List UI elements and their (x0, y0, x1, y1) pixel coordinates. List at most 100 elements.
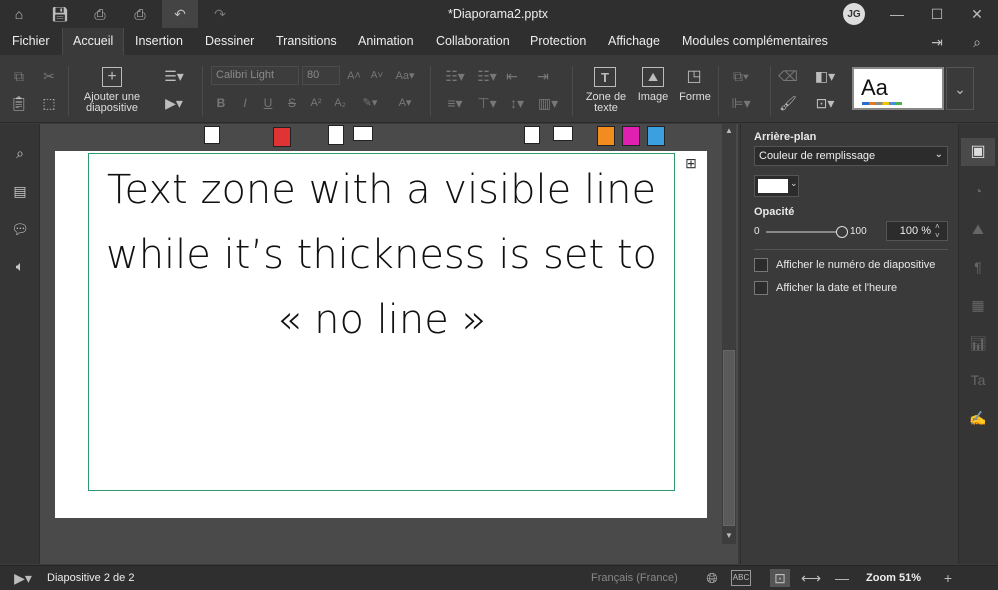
add-slide-icon[interactable]: + (102, 67, 122, 87)
scroll-thumb[interactable] (723, 350, 735, 526)
fit-slide-icon[interactable]: ⊡ (770, 569, 790, 587)
slide-number-label[interactable]: Afficher le numéro de diapositive (776, 259, 935, 271)
print-preview-icon[interactable]: ⎙ (131, 6, 149, 22)
slides-icon[interactable]: ▤ (10, 181, 30, 201)
home-icon[interactable]: ⌂ (10, 6, 28, 22)
clipart-shape[interactable] (353, 126, 373, 141)
shrink-font-icon[interactable]: A˅ (369, 68, 385, 84)
layout-icon[interactable]: ☰▾ (162, 68, 186, 84)
redo-icon[interactable]: ↷ (211, 6, 229, 22)
textbox-icon[interactable]: T (594, 67, 616, 87)
scroll-up-icon[interactable]: ▲ (724, 126, 734, 136)
shape-icon[interactable]: ◳ (683, 67, 705, 87)
date-time-checkbox[interactable] (754, 281, 768, 295)
clipart-shape[interactable] (553, 126, 573, 141)
close-icon[interactable]: ✕ (968, 6, 986, 22)
tab-collaboration[interactable]: Collaboration (436, 34, 510, 48)
tab-animation[interactable]: Animation (358, 34, 414, 48)
eraser-icon[interactable]: ⌫ (778, 68, 798, 84)
text-art-icon[interactable]: Ta (968, 371, 988, 389)
cut-icon[interactable]: ✂ (41, 68, 57, 84)
comment-icon[interactable]: 💬︎ (10, 219, 30, 239)
fill-color-picker[interactable]: ⌄ (754, 175, 799, 197)
table-icon[interactable]: ▦ (968, 296, 988, 314)
valign-icon[interactable]: ⊤▾ (474, 96, 500, 110)
bullets-icon[interactable]: ☷▾ (442, 68, 468, 84)
slide-properties-icon[interactable]: ▣ (961, 138, 995, 166)
clipart-shape[interactable] (597, 126, 615, 146)
align-icon[interactable]: ≡▾ (442, 96, 468, 110)
shape-format-icon[interactable]: ◔ (968, 182, 988, 200)
undo-icon[interactable]: ↶ (162, 0, 198, 28)
grow-font-icon[interactable]: A˄ (346, 68, 362, 84)
spellcheck-icon[interactable]: ABC (731, 570, 751, 586)
image-format-icon[interactable]: ⛰ (968, 220, 988, 238)
fit-width-icon[interactable]: ⟷ (801, 571, 821, 585)
zoom-out-icon[interactable]: — (834, 571, 850, 585)
print-icon[interactable]: ⎙ (91, 6, 109, 22)
save-icon[interactable]: 💾︎ (51, 6, 69, 22)
fill-type-select[interactable]: Couleur de remplissage ⌄ (754, 146, 948, 166)
opacity-slider-knob[interactable] (836, 226, 848, 238)
shape-button[interactable]: Forme (676, 92, 714, 103)
scroll-down-icon[interactable]: ▼ (724, 531, 734, 541)
arrange-icon[interactable]: ⧉▾ (728, 68, 754, 84)
copy-icon[interactable]: ⧉ (11, 68, 27, 84)
search-icon[interactable]: ⌕ (10, 143, 30, 163)
format-painter-icon[interactable]: 🖌︎ (779, 95, 797, 111)
opacity-stepper[interactable]: ˄ ˅ (935, 222, 940, 240)
language-select[interactable]: Français (France) (591, 572, 678, 584)
speaker-notes-icon[interactable]: 🔈︎ (10, 256, 30, 276)
change-case-icon[interactable]: Aa▾ (391, 68, 419, 84)
indent-icon[interactable]: ⇥ (535, 68, 551, 84)
columns-icon[interactable]: ▥▾ (535, 96, 561, 110)
globe-icon[interactable]: 🌐︎ (704, 571, 720, 585)
clipart-shape[interactable] (328, 125, 344, 145)
tab-fichier[interactable]: Fichier (12, 34, 50, 48)
tab-accueil[interactable]: Accueil (62, 28, 125, 55)
share-icon[interactable]: ⇥ (928, 34, 946, 50)
tab-protection[interactable]: Protection (530, 34, 586, 48)
search-icon[interactable]: ⌕ (968, 34, 986, 50)
crop-icon[interactable]: ⊡▾ (812, 95, 838, 111)
image-icon[interactable]: ⛰ (642, 67, 664, 87)
zoom-in-icon[interactable]: + (940, 571, 956, 585)
slideshow-start-icon[interactable]: ▶▾ (10, 571, 36, 585)
add-slide-button[interactable]: Ajouter une diapositive (78, 92, 146, 114)
underline-button[interactable]: U (261, 96, 275, 110)
styles-dropdown-icon[interactable]: ⌄ (946, 67, 974, 110)
textbox-button[interactable]: Zone de texte (580, 92, 632, 114)
superscript-icon[interactable]: A² (309, 96, 323, 110)
paste-icon[interactable]: 📋︎ (10, 95, 28, 111)
subscript-icon[interactable]: A₂ (333, 96, 347, 110)
opacity-slider-track[interactable] (766, 231, 842, 233)
align-objects-icon[interactable]: ⊫▾ (728, 95, 754, 111)
clipart-shape[interactable] (622, 126, 640, 146)
bold-button[interactable]: B (214, 96, 228, 110)
date-time-label[interactable]: Afficher la date et l'heure (776, 282, 897, 294)
clipart-shape[interactable] (647, 126, 665, 146)
style-preview[interactable]: Aa (852, 67, 944, 110)
slideshow-icon[interactable]: ▶▾ (162, 95, 186, 111)
fill-icon[interactable]: ◧▾ (812, 68, 838, 84)
tab-dessiner[interactable]: Dessiner (205, 34, 254, 48)
font-size-select[interactable]: 80 (302, 66, 340, 85)
numbering-icon[interactable]: ☷▾ (474, 68, 500, 84)
strike-button[interactable]: S (285, 96, 299, 110)
chart-icon[interactable]: 📊︎ (968, 334, 988, 352)
tab-insertion[interactable]: Insertion (135, 34, 183, 48)
font-name-select[interactable]: Calibri Light (211, 66, 299, 85)
clipart-shape[interactable] (204, 126, 220, 144)
signature-icon[interactable]: ✍ (968, 409, 988, 427)
layout-options-icon[interactable]: ⊞ (681, 153, 701, 173)
tab-modules[interactable]: Modules complémentaires (682, 34, 828, 48)
zoom-level[interactable]: Zoom 51% (866, 572, 921, 584)
highlight-icon[interactable]: ✎▾ (356, 96, 384, 110)
font-color-icon[interactable]: A▾ (391, 96, 419, 110)
clipart-shape[interactable] (273, 127, 291, 147)
line-spacing-icon[interactable]: ↕▾ (504, 96, 530, 110)
italic-button[interactable]: I (238, 96, 252, 110)
outdent-icon[interactable]: ⇤ (504, 68, 520, 84)
clipart-shape[interactable] (524, 126, 540, 144)
paragraph-icon[interactable]: ¶ (968, 258, 988, 276)
